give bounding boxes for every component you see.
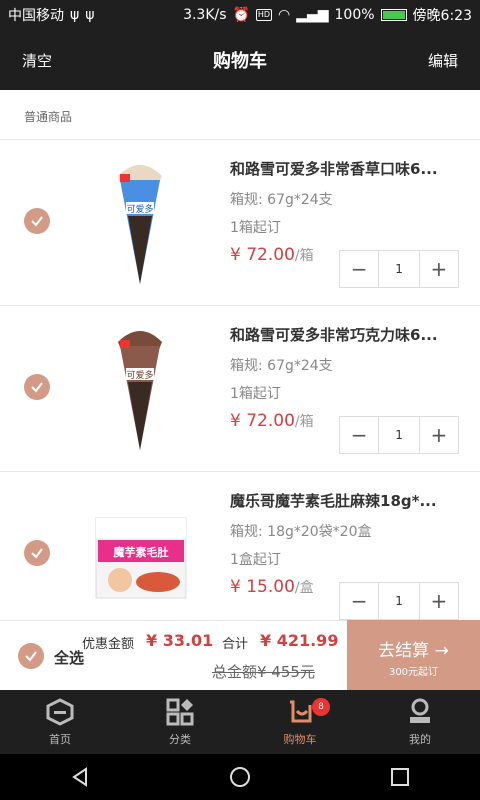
check-icon [31, 216, 43, 227]
product-spec: 箱规: 18g*20袋*20盒 [230, 524, 372, 540]
price-unit: /盒 [294, 580, 314, 596]
tab-profile[interactable]: 我的 [360, 690, 480, 754]
clear-button[interactable]: 清空 [22, 50, 52, 71]
signal-icon: ▂▄▆ [296, 7, 329, 23]
total-value: ¥ 421.99 [260, 631, 339, 650]
price-unit: /箱 [294, 248, 314, 264]
item-checkbox[interactable] [24, 208, 50, 234]
product-image[interactable]: 可爱多 [90, 156, 190, 290]
tab-label: 我的 [409, 733, 431, 746]
price-value: ¥ 72.00 [230, 411, 295, 431]
item-checkbox[interactable] [24, 540, 50, 566]
network-speed: 3.3K/s [183, 7, 227, 23]
status-bar: 中国移动 ψ ψ 3.3K/s ⏰ HD ◠ ▂▄▆ 100% 傍晚6:23 [0, 0, 480, 30]
tab-label: 首页 [49, 733, 71, 746]
price-unit: /箱 [294, 414, 314, 430]
checkout-label: 去结算 → [378, 641, 449, 661]
plus-button[interactable]: + [420, 251, 458, 287]
product-name[interactable]: 和路雪可爱多非常香草口味6... [230, 158, 450, 179]
gross-amount: 总金额¥ 455元 [212, 663, 315, 681]
tab-label: 购物车 [283, 733, 317, 746]
tab-home[interactable]: 首页 [0, 690, 120, 754]
usb-icon: ψ [70, 7, 80, 23]
plus-button[interactable]: + [420, 583, 458, 619]
system-nav-bar [0, 754, 480, 800]
cart-item: 可爱多 和路雪可爱多非常巧克力味6... 箱规: 67g*24支 1箱起订 ¥ … [0, 306, 480, 472]
check-icon [31, 382, 43, 393]
min-order: 1箱起订 [230, 220, 281, 236]
edit-button[interactable]: 编辑 [428, 50, 458, 71]
plus-button[interactable]: + [420, 417, 458, 453]
profile-icon [410, 698, 430, 723]
discount-label: 优惠金额 [82, 637, 135, 652]
battery-percent: 100% [334, 7, 375, 23]
battery-icon [380, 9, 407, 21]
alarm-icon: ⏰ [232, 7, 250, 23]
tab-label: 分类 [169, 733, 191, 746]
cart-icon [290, 700, 312, 723]
svg-text:可爱多: 可爱多 [126, 369, 153, 381]
min-order: 1盒起订 [230, 552, 281, 568]
bottom-tab-bar: 首页 分类 8 购物车 我的 [0, 690, 480, 754]
hd-icon: HD [255, 9, 272, 21]
price-value: ¥ 15.00 [230, 577, 295, 597]
category-icon [166, 698, 194, 726]
top-nav: 清空 购物车 编辑 [0, 30, 480, 90]
quantity-value[interactable]: 1 [378, 417, 420, 453]
minus-button[interactable]: − [340, 583, 378, 619]
item-checkbox[interactable] [24, 374, 50, 400]
total-label: 合计 [222, 637, 249, 652]
minus-button[interactable]: − [340, 251, 378, 287]
minus-button[interactable]: − [340, 417, 378, 453]
min-order: 1箱起订 [230, 386, 281, 402]
cart-item: 魔芋素毛肚 魔乐哥魔芋素毛肚麻辣18g*... 箱规: 18g*20袋*20盒 … [0, 472, 480, 620]
home-nav-icon[interactable] [228, 765, 252, 789]
check-icon [25, 651, 37, 662]
tab-category[interactable]: 分类 [120, 690, 240, 754]
select-all-checkbox[interactable] [18, 643, 44, 669]
recents-icon[interactable] [388, 765, 412, 789]
wifi-icon: ◠ [277, 7, 291, 23]
svg-text:可爱多: 可爱多 [126, 203, 153, 215]
cart-badge: 8 [312, 698, 330, 716]
cart-summary-bar: 全选 优惠金额 ¥ 33.01 合计 ¥ 421.99 总金额¥ 455元 去结… [0, 620, 480, 690]
back-icon[interactable] [68, 765, 92, 789]
cart-item: 可爱多 和路雪可爱多非常香草口味6... 箱规: 67g*24支 1箱起订 ¥ … [0, 140, 480, 306]
discount-value: ¥ 33.01 [146, 631, 214, 650]
quantity-value[interactable]: 1 [378, 251, 420, 287]
product-image[interactable]: 魔芋素毛肚 [90, 488, 190, 620]
product-name[interactable]: 和路雪可爱多非常巧克力味6... [230, 324, 450, 345]
home-icon [46, 698, 74, 726]
quantity-stepper: − 1 + [339, 582, 459, 620]
quantity-value[interactable]: 1 [378, 583, 420, 619]
checkout-min-order: 300元起订 [388, 667, 439, 678]
carrier-label: 中国移动 [8, 8, 64, 24]
product-image[interactable]: 可爱多 [90, 322, 190, 456]
quantity-stepper: − 1 + [339, 250, 459, 288]
check-icon [31, 548, 43, 559]
usb-icon-2: ψ [85, 7, 95, 23]
product-name[interactable]: 魔乐哥魔芋素毛肚麻辣18g*... [230, 490, 450, 511]
cart-list[interactable]: 可爱多 和路雪可爱多非常香草口味6... 箱规: 67g*24支 1箱起订 ¥ … [0, 140, 480, 620]
clock: 傍晚6:23 [412, 8, 472, 24]
svg-text:魔芋素毛肚: 魔芋素毛肚 [114, 545, 169, 559]
checkout-button[interactable]: 去结算 → 300元起订 [347, 620, 480, 690]
page-title: 购物车 [213, 51, 267, 72]
price-value: ¥ 72.00 [230, 245, 295, 265]
quantity-stepper: − 1 + [339, 416, 459, 454]
product-spec: 箱规: 67g*24支 [230, 358, 333, 374]
tab-cart[interactable]: 8 购物车 [240, 690, 360, 754]
select-all-label[interactable]: 全选 [54, 647, 84, 668]
section-header: 普通商品 [0, 90, 480, 140]
product-spec: 箱规: 67g*24支 [230, 192, 333, 208]
